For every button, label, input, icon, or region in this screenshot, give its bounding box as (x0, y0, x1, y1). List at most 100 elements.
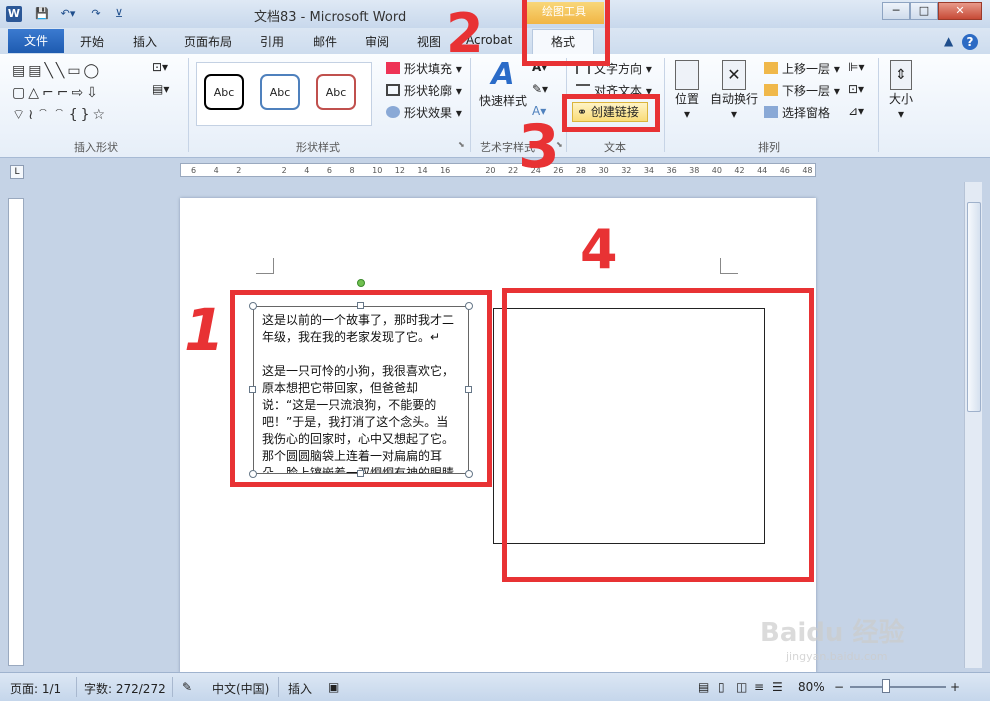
view-outline-icon[interactable]: ≡ (754, 680, 764, 694)
vertical-scrollbar[interactable] (964, 182, 982, 668)
selection-pane-button[interactable]: 选择窗格 (764, 104, 830, 121)
wrap-text-button[interactable]: ✕ 自动换行 ▾ (708, 60, 760, 121)
tab-review[interactable]: 审阅 (365, 33, 389, 50)
bring-forward-button[interactable]: 上移一层 ▾ (764, 60, 840, 77)
redo-icon[interactable]: ↷ (88, 6, 104, 22)
shapes-gallery[interactable]: ▤▤╲╲▭◯ ▢△⌐⌐⇨⇩ ⌔≀⌒⌒{}☆ (12, 60, 152, 128)
annotation-box-1 (230, 290, 492, 487)
crop-mark (720, 258, 738, 274)
group-label-insert-shapes: 插入形状 (74, 141, 118, 154)
ruler-tick: 44 (757, 166, 768, 175)
text-outline-icon[interactable]: ✎▾ (532, 82, 548, 96)
status-bar: 页面: 1/1 字数: 272/272 ✎ 中文(中国) 插入 ▣ ▤ ▯ ◫ … (0, 672, 990, 701)
crop-mark (256, 258, 274, 274)
ruler-tick: 6 (326, 166, 332, 175)
freeform-shape-icon[interactable]: ⌔≀⌒⌒{}☆ (12, 107, 108, 123)
ruler-tick: 36 (666, 166, 677, 175)
zoom-slider-thumb[interactable] (882, 679, 890, 693)
position-icon (675, 60, 699, 90)
group-objects-icon[interactable]: ⊡▾ (848, 82, 864, 96)
ruler-tick: 20 (485, 166, 496, 175)
tab-insert[interactable]: 插入 (133, 33, 157, 50)
minimize-ribbon-icon[interactable]: ▲ (944, 34, 953, 48)
proofing-icon[interactable]: ✎ (182, 680, 192, 694)
vertical-ruler[interactable] (8, 198, 24, 666)
status-separator (76, 677, 77, 697)
shape-style-blue[interactable]: Abc (260, 74, 300, 110)
size-button[interactable]: ⇕ 大小 ▾ (884, 60, 918, 121)
ruler-tick: 2 (281, 166, 287, 175)
send-backward-button[interactable]: 下移一层 ▾ (764, 82, 840, 99)
maximize-button[interactable]: □ (910, 2, 938, 20)
save-icon[interactable]: 💾 (34, 6, 50, 22)
ruler-tick: 32 (621, 166, 632, 175)
zoom-in-button[interactable]: + (950, 680, 960, 694)
shape-style-black[interactable]: Abc (204, 74, 244, 110)
tab-home[interactable]: 开始 (80, 33, 104, 50)
rect-shape-icon[interactable]: ▢△⌐⌐⇨⇩ (12, 85, 101, 101)
position-button[interactable]: 位置 ▾ (670, 60, 704, 121)
macro-icon[interactable]: ▣ (328, 680, 339, 694)
ruler-tick: 22 (508, 166, 519, 175)
watermark-url: jingyan.baidu.com (786, 650, 888, 663)
view-draft-icon[interactable]: ☰ (772, 680, 783, 694)
textbox-shape-icon[interactable]: ▤▤╲╲▭◯ (12, 63, 102, 79)
status-separator (278, 677, 279, 697)
ruler-tick: 4 (304, 166, 310, 175)
insert-mode-indicator[interactable]: 插入 (288, 680, 312, 697)
page-count[interactable]: 页面: 1/1 (10, 680, 61, 697)
tab-references[interactable]: 引用 (260, 33, 284, 50)
bring-forward-icon (764, 62, 778, 74)
group-separator (188, 58, 189, 152)
help-icon[interactable]: ? (962, 34, 978, 50)
title-bar: W 💾 ↶▾ ↷ ⊻ 文档83 - Microsoft Word 绘图工具 ─ … (0, 0, 990, 28)
tab-selector-button[interactable]: L (10, 165, 24, 179)
zoom-out-button[interactable]: − (834, 680, 844, 694)
dialog-launcher-icon[interactable]: ⬊ (458, 140, 465, 149)
language-indicator[interactable]: 中文(中国) (212, 680, 269, 697)
annotation-box-3 (562, 94, 660, 132)
pencil-icon (386, 84, 400, 96)
annotation-number-4: 4 (580, 218, 618, 281)
rotate-handle[interactable] (357, 279, 365, 287)
ruler-tick: 4 (213, 166, 219, 175)
zoom-slider[interactable] (850, 686, 946, 688)
view-web-icon[interactable]: ◫ (736, 680, 747, 694)
undo-icon[interactable]: ↶▾ (58, 6, 78, 22)
ruler-tick: 16 (440, 166, 451, 175)
view-print-layout-icon[interactable]: ▤ (698, 680, 709, 694)
ruler-tick: 30 (598, 166, 609, 175)
shape-effects-button[interactable]: 形状效果 ▾ (386, 104, 462, 121)
group-label-text: 文本 (604, 141, 626, 154)
ruler-tick: 12 (394, 166, 405, 175)
rotate-icon[interactable]: ⊿▾ (848, 104, 864, 118)
scrollbar-thumb[interactable] (967, 202, 981, 412)
ruler-tick: 38 (689, 166, 700, 175)
shape-style-red[interactable]: Abc (316, 74, 356, 110)
tab-page-layout[interactable]: 页面布局 (184, 33, 232, 50)
tab-view[interactable]: 视图 (417, 33, 441, 50)
align-icon[interactable]: ⊫▾ (848, 60, 864, 74)
tab-file[interactable]: 文件 (8, 29, 64, 53)
minimize-button[interactable]: ─ (882, 2, 910, 20)
word-app-icon[interactable]: W (6, 6, 22, 22)
shape-outline-button[interactable]: 形状轮廓 ▾ (386, 82, 462, 99)
view-reading-icon[interactable]: ▯ (718, 680, 725, 694)
ruler-tick: 2 (236, 166, 242, 175)
wrap-text-icon: ✕ (722, 60, 746, 90)
close-button[interactable]: ✕ (938, 2, 982, 20)
ruler-tick: 34 (643, 166, 655, 175)
ribbon-format: ▤▤╲╲▭◯ ▢△⌐⌐⇨⇩ ⌔≀⌒⌒{}☆ ⊡▾ ▤▾ 插入形状 Abc Abc… (0, 54, 990, 158)
ruler-tick: 6 (191, 166, 197, 175)
zoom-level[interactable]: 80% (798, 680, 825, 694)
draw-textbox-icon[interactable]: ▤▾ (152, 82, 169, 96)
ruler-tick: 46 (779, 166, 790, 175)
quick-styles-button[interactable]: A 快速样式 (478, 58, 528, 109)
word-count[interactable]: 字数: 272/272 (84, 680, 166, 697)
wordart-a-icon: A (491, 57, 515, 92)
horizontal-ruler[interactable]: 6 4 2 2 4 6 8 10 12 14 16 20 22 24 26 28 30 32 34 36 38 40 42 4… (180, 163, 816, 177)
annotation-number-3: 3 (518, 112, 560, 182)
tab-mailings[interactable]: 邮件 (313, 33, 337, 50)
customize-toolbar-icon[interactable]: ⊻ (112, 6, 126, 22)
edit-shape-icon[interactable]: ⊡▾ (152, 60, 168, 74)
